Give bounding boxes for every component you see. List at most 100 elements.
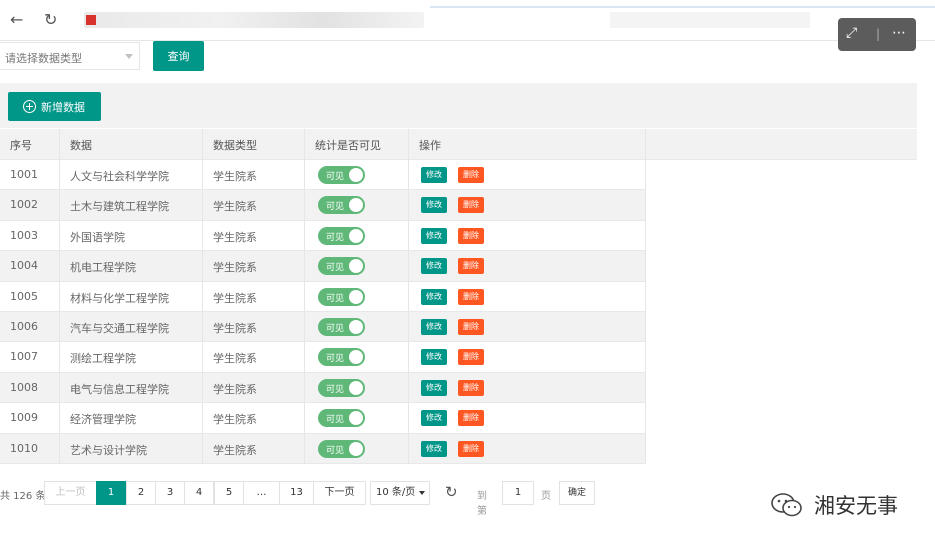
edit-button[interactable]: 修改 [421,349,447,366]
cell-actions: 修改 删除 [409,251,646,281]
cell-name: 艺术与设计学院 [60,433,203,463]
delete-button[interactable]: 删除 [458,410,484,427]
add-data-button[interactable]: 新增数据 [8,92,101,121]
switch-knob [349,289,363,304]
cell-id: 1010 [0,433,60,463]
row-id: 1006 [10,319,38,333]
arrow-left-icon[interactable]: ← [10,10,23,29]
page-number-button[interactable]: 5 [214,481,244,505]
visibility-switch[interactable]: 可见 [318,317,365,336]
delete-button[interactable]: 删除 [458,197,484,214]
page-number-button[interactable]: 1 [96,481,126,505]
row-name: 土木与建筑工程学院 [70,200,169,214]
row-id: 1009 [10,411,38,425]
delete-button[interactable]: 删除 [458,288,484,305]
cell-type: 学生院系 [203,342,305,372]
edit-button[interactable]: 修改 [421,197,447,214]
visibility-switch[interactable]: 可见 [318,196,365,215]
row-type: 学生院系 [213,261,257,275]
page-number-button[interactable]: 4 [184,481,214,505]
cell-name: 机电工程学院 [60,251,203,281]
total-count: 共 126 条 [0,491,46,502]
visibility-switch-label: 可见 [326,323,345,334]
delete-button[interactable]: 删除 [458,258,484,275]
visibility-switch[interactable]: 可见 [318,439,365,458]
edit-button[interactable]: 修改 [421,288,447,305]
query-button[interactable]: 查询 [153,41,204,71]
cell-visible: 可见 [305,251,409,281]
prev-page-button[interactable]: 上一页 [44,481,97,505]
visibility-switch[interactable]: 可见 [318,287,365,306]
edit-button[interactable]: 修改 [421,227,447,244]
row-type: 学生院系 [213,382,257,396]
cell-id: 1001 [0,160,60,190]
visibility-switch[interactable]: 可见 [318,257,365,276]
row-id: 1001 [10,168,38,181]
visibility-switch-label: 可见 [326,293,345,304]
row-type: 学生院系 [213,443,257,457]
header-cell: 数据类型 [203,129,305,159]
row-type: 学生院系 [213,200,257,214]
table-row: 1006 汽车与交通工程学院 学生院系 可见 修改 删除 [0,311,646,343]
chevron-down-icon [125,54,133,59]
page-number-button[interactable]: 13 [279,481,314,505]
edit-button[interactable]: 修改 [421,258,447,275]
cell-type: 学生院系 [203,372,305,403]
cell-visible: 可见 [305,433,409,463]
switch-knob [349,350,363,365]
table-header-extension [646,129,917,160]
cell-type: 学生院系 [203,190,305,220]
edit-button[interactable]: 修改 [421,167,447,183]
reload-icon[interactable]: ↻ [44,10,57,29]
cell-actions: 修改 删除 [409,160,646,190]
switch-knob [349,411,363,426]
edit-button[interactable]: 修改 [421,318,447,335]
delete-button[interactable]: 删除 [458,349,484,366]
cell-type: 学生院系 [203,251,305,281]
cell-visible: 可见 [305,372,409,403]
page-label: 页 [541,491,551,502]
edit-button[interactable]: 修改 [421,440,447,457]
delete-button[interactable]: 删除 [458,318,484,335]
cell-name: 汽车与交通工程学院 [60,311,203,342]
cell-actions: 修改 删除 [409,403,646,433]
delete-button[interactable]: 删除 [458,440,484,457]
visibility-switch[interactable]: 可见 [318,348,365,367]
row-name: 测绘工程学院 [70,352,136,366]
page-number-button[interactable]: 3 [155,481,185,505]
address-bar[interactable] [84,12,424,28]
cell-name: 电气与信息工程学院 [60,372,203,403]
table-row: 1005 材料与化学工程学院 学生院系 可见 修改 删除 [0,281,646,312]
cell-actions: 修改 删除 [409,372,646,403]
visibility-switch[interactable]: 可见 [318,166,365,184]
header-visible: 统计是否可见 [315,139,381,152]
more-icon[interactable]: ⋯ [892,25,906,41]
table-row: 1008 电气与信息工程学院 学生院系 可见 修改 删除 [0,372,646,404]
page-size-select[interactable]: 10 条/页 [370,481,430,505]
expand-icon[interactable]: ⤢ [846,25,857,41]
table-row: 1001 人文与社会科学学院 学生院系 可见 修改 删除 [0,160,646,191]
data-type-select[interactable]: 请选择数据类型 [0,42,140,70]
goto-page-input[interactable]: 1 [502,481,534,505]
table-row: 1007 测绘工程学院 学生院系 可见 修改 删除 [0,342,646,373]
screen-capture-overlay[interactable]: ⤢ | ⋯ [838,18,916,51]
cell-name: 材料与化学工程学院 [60,281,203,311]
visibility-switch[interactable]: 可见 [318,409,365,428]
cell-visible: 可见 [305,190,409,220]
delete-button[interactable]: 删除 [458,379,484,396]
delete-button[interactable]: 删除 [458,227,484,244]
edit-button[interactable]: 修改 [421,410,447,427]
cell-type: 学生院系 [203,160,305,190]
page-number-button[interactable]: 2 [126,481,156,505]
confirm-button[interactable]: 确定 [559,481,595,505]
switch-knob [349,319,363,334]
refresh-icon[interactable]: ↻ [445,483,458,501]
row-name: 汽车与交通工程学院 [70,321,169,335]
next-page-button[interactable]: 下一页 [313,481,366,505]
row-name: 艺术与设计学院 [70,443,147,457]
visibility-switch[interactable]: 可见 [318,226,365,245]
visibility-switch[interactable]: 可见 [318,378,365,397]
cell-id: 1006 [0,311,60,342]
delete-button[interactable]: 删除 [458,167,484,183]
edit-button[interactable]: 修改 [421,379,447,396]
